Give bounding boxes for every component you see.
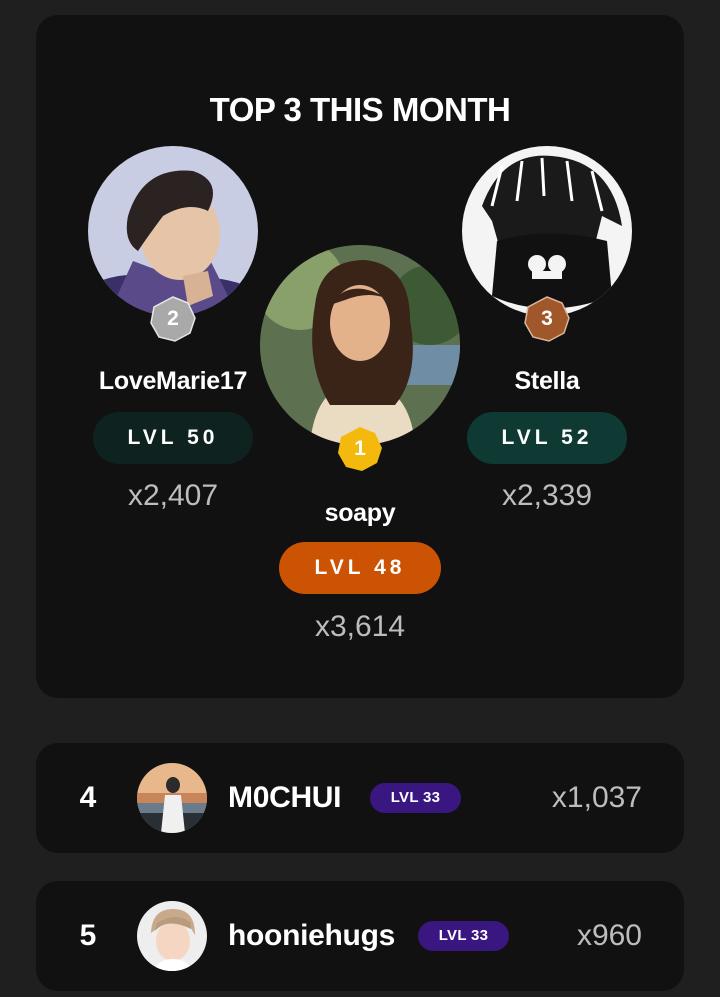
third-place-level-pill: LVL 52 — [467, 412, 627, 464]
avatar-third-place[interactable] — [462, 146, 632, 316]
row-rank: 5 — [79, 919, 97, 952]
list-item[interactable]: 5 hooniehugs LVL 33 x960 — [36, 881, 684, 991]
avatar-first-place[interactable] — [260, 245, 460, 445]
first-place-name[interactable]: soapy — [260, 499, 460, 528]
row-name[interactable]: M0CHUI — [228, 743, 342, 853]
second-place-score: x2,407 — [127, 479, 219, 512]
first-place-score: x3,614 — [314, 610, 406, 643]
top-three-card: TOP 3 THIS MONTH 2 LoveMarie17 LVL 50 x2… — [36, 15, 684, 698]
row-score: x960 — [576, 919, 642, 952]
second-place-level-pill: LVL 50 — [93, 412, 253, 464]
third-place-score: x2,339 — [501, 479, 593, 512]
second-place-name[interactable]: LoveMarie17 — [68, 367, 278, 396]
row-name[interactable]: hooniehugs — [228, 881, 395, 991]
rank-badge-1: 1 — [336, 425, 384, 473]
level-badge: LVL 33 — [418, 921, 509, 951]
avatar-second-place[interactable] — [88, 146, 258, 316]
row-score: x1,037 — [551, 781, 642, 814]
rank-badge-3: 3 — [523, 295, 571, 343]
rank-badge-2: 2 — [149, 295, 197, 343]
podium-title: TOP 3 THIS MONTH — [209, 91, 511, 128]
list-item[interactable]: 4 M0CHUI LVL 33 x1,037 — [36, 743, 684, 853]
level-badge: LVL 33 — [370, 783, 461, 813]
avatar[interactable] — [137, 763, 207, 833]
avatar[interactable] — [137, 901, 207, 971]
row-rank: 4 — [79, 781, 97, 814]
third-place-name[interactable]: Stella — [452, 367, 642, 396]
first-place-level-pill: LVL 48 — [279, 542, 441, 594]
